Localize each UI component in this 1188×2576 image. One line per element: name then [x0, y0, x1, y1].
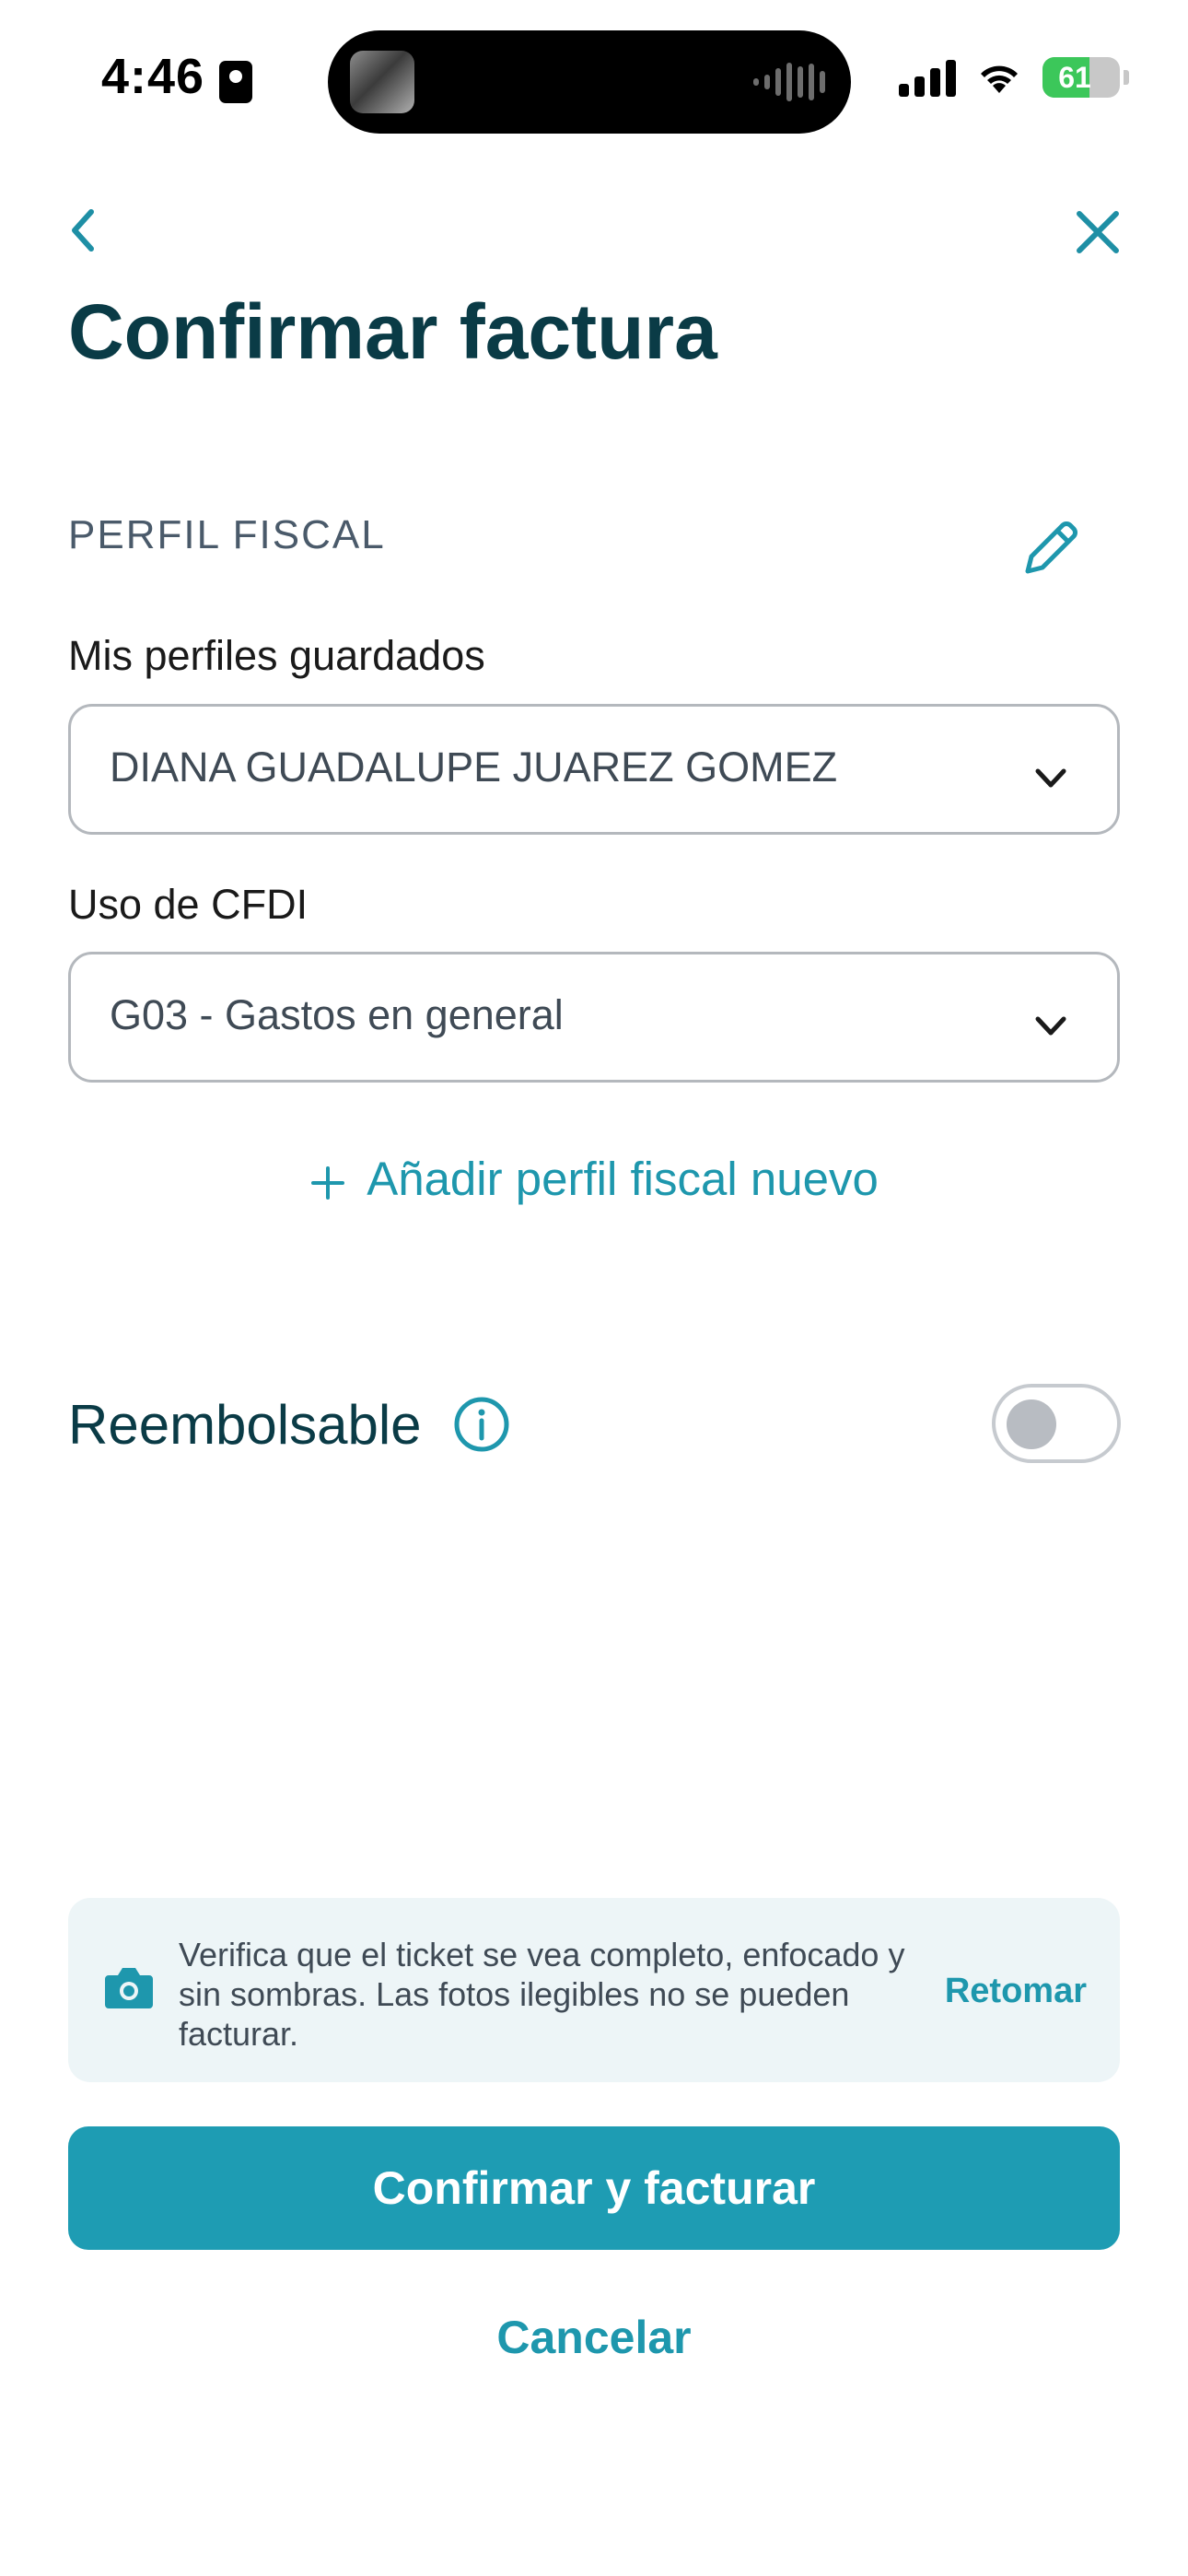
- battery-cap: [1124, 70, 1129, 85]
- retake-photo-button[interactable]: Retomar: [945, 1972, 1087, 2011]
- cfdi-label: Uso de CFDI: [68, 881, 309, 928]
- now-playing-artwork: [350, 51, 414, 113]
- section-title-fiscal-profile: PERFIL FISCAL: [68, 512, 386, 557]
- close-button[interactable]: [1070, 205, 1125, 260]
- cancel-button[interactable]: Cancelar: [0, 2311, 1188, 2364]
- contact-card-icon: [219, 61, 252, 103]
- status-indicators: 61: [899, 57, 1129, 98]
- audio-waveform-icon: [753, 62, 825, 102]
- add-fiscal-profile-label: Añadir perfil fiscal nuevo: [367, 1153, 879, 1205]
- cfdi-value: G03 - Gastos en general: [110, 991, 564, 1038]
- plus-icon: [311, 1165, 345, 1200]
- pencil-icon: [1025, 521, 1077, 574]
- chevron-down-icon: [1035, 1016, 1066, 1036]
- info-icon[interactable]: [453, 1396, 510, 1453]
- reimbursable-label: Reembolsable: [68, 1394, 422, 1456]
- add-fiscal-profile-button[interactable]: Añadir perfil fiscal nuevo: [0, 1152, 1188, 1206]
- ticket-tip-message: Verifica que el ticket se vea completo, …: [179, 1936, 905, 2053]
- edit-profile-button[interactable]: [1015, 514, 1085, 584]
- toggle-knob: [1007, 1399, 1056, 1449]
- cellular-signal-icon: [899, 58, 956, 97]
- ticket-tip-card: Verifica que el ticket se vea completo, …: [68, 1898, 1120, 2082]
- page-title: Confirmar factura: [68, 288, 717, 375]
- reimbursable-toggle[interactable]: [992, 1384, 1121, 1463]
- saved-profile-select[interactable]: DIANA GUADALUPE JUAREZ GOMEZ: [68, 704, 1120, 835]
- cfdi-select[interactable]: G03 - Gastos en general: [68, 952, 1120, 1083]
- camera-icon: [105, 1968, 153, 2008]
- back-button[interactable]: [57, 205, 109, 256]
- dynamic-island[interactable]: [328, 30, 851, 134]
- battery-charging-icon: 61: [1042, 57, 1120, 98]
- close-icon: [1077, 211, 1119, 253]
- confirm-and-invoice-button[interactable]: Confirmar y facturar: [68, 2126, 1120, 2250]
- chevron-down-icon: [1035, 768, 1066, 788]
- saved-profile-value: DIANA GUADALUPE JUAREZ GOMEZ: [110, 744, 838, 790]
- saved-profiles-label: Mis perfiles guardados: [68, 632, 485, 679]
- chevron-left-icon: [72, 209, 94, 252]
- wifi-icon: [981, 65, 1018, 93]
- battery-level: 61: [1058, 61, 1091, 94]
- status-time: 4:46: [101, 49, 205, 104]
